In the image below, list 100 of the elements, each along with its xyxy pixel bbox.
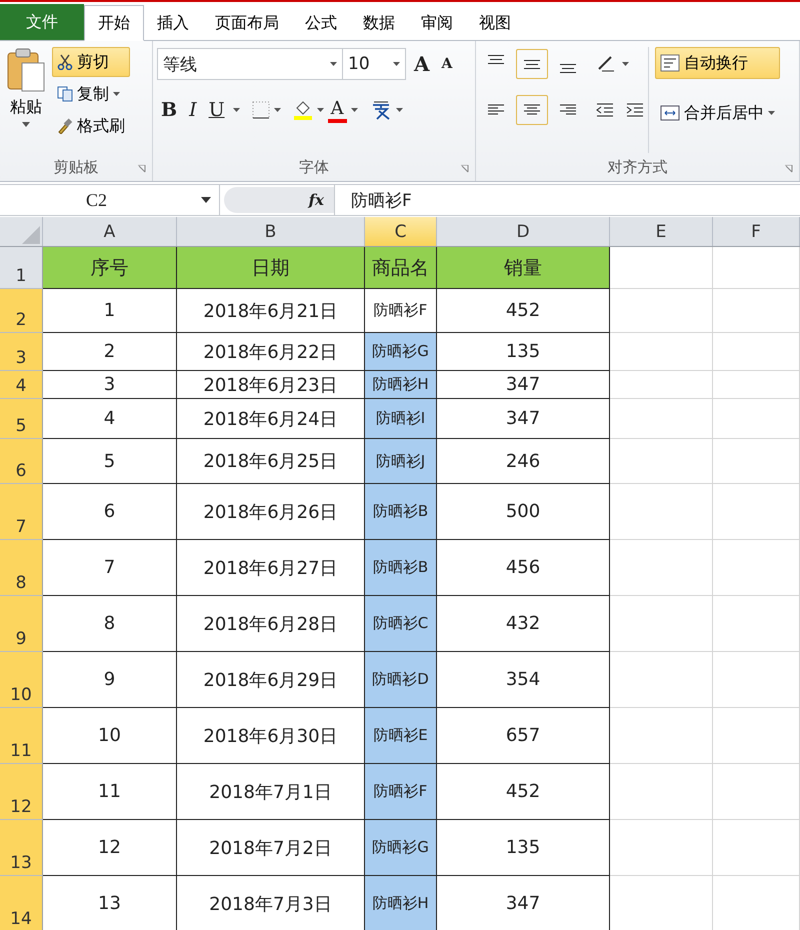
sales-cell: 500: [437, 484, 610, 540]
align-icon: [487, 55, 505, 64]
font-name-dropdown[interactable]: 等线: [157, 48, 343, 80]
paste-button[interactable]: 粘贴: [4, 47, 48, 153]
sales-cell: 135: [437, 333, 610, 371]
row-header[interactable]: 5: [0, 399, 43, 439]
increase-indent-icon: [626, 102, 644, 118]
merge-cells-icon: [660, 105, 680, 121]
row-header[interactable]: 11: [0, 708, 43, 764]
caret-icon: [330, 62, 337, 66]
index-cell: 12: [43, 820, 177, 876]
product-cell: 防晒衫E: [365, 708, 437, 764]
sales-cell: 246: [437, 439, 610, 484]
sales-cell: 432: [437, 596, 610, 652]
row-header[interactable]: 13: [0, 820, 43, 876]
product-cell: 防晒衫H: [365, 876, 437, 930]
row-header[interactable]: 3: [0, 333, 43, 371]
sales-cell: 347: [437, 371, 610, 399]
font-size-dropdown[interactable]: 10: [342, 48, 406, 80]
row-header[interactable]: 10: [0, 652, 43, 708]
font-color-button[interactable]: A: [328, 98, 347, 122]
sales-cell: 347: [437, 876, 610, 930]
product-cell: 防晒衫J: [365, 439, 437, 484]
row-header[interactable]: 4: [0, 371, 43, 399]
row-header[interactable]: 1: [0, 247, 43, 289]
index-cell: 4: [43, 399, 177, 439]
header-cell: 商品名: [365, 247, 437, 289]
name-box[interactable]: C2: [0, 185, 220, 215]
caret-icon: [393, 62, 400, 66]
product-cell: 防晒衫C: [365, 596, 437, 652]
shrink-font-button[interactable]: A: [438, 56, 456, 72]
ribbon-tab[interactable]: 开始: [84, 5, 144, 41]
dialog-launcher-icon: [138, 165, 146, 173]
column-header[interactable]: A: [43, 217, 177, 246]
row-header[interactable]: 2: [0, 289, 43, 333]
wrap-text-button[interactable]: 自动换行: [655, 47, 780, 79]
caret-icon: [274, 108, 281, 112]
column-header[interactable]: C: [365, 217, 437, 246]
header-cell: 序号: [43, 247, 177, 289]
product-cell: 防晒衫G: [365, 820, 437, 876]
caret-icon: [232, 108, 240, 112]
sales-cell: 135: [437, 820, 610, 876]
cut-button[interactable]: 剪切: [52, 47, 130, 77]
ribbon-tab[interactable]: 审阅: [408, 6, 466, 40]
product-cell: 防晒衫B: [365, 484, 437, 540]
group-label: 对齐方式: [608, 158, 668, 176]
fill-color-icon: [292, 100, 313, 120]
format-painter-button[interactable]: 格式刷: [52, 111, 130, 141]
column-header[interactable]: F: [713, 217, 800, 246]
sales-cell: 452: [437, 764, 610, 820]
merge-center-button[interactable]: 合并后居中: [655, 97, 780, 129]
ribbon-tab[interactable]: 插入: [144, 6, 202, 40]
row-header[interactable]: 8: [0, 540, 43, 596]
sales-cell: 354: [437, 652, 610, 708]
triangle-icon: [20, 224, 40, 244]
group-label: 字体: [299, 158, 329, 176]
vertical-align-button[interactable]: [516, 49, 548, 79]
brush-icon: [57, 118, 73, 134]
align-icon: [523, 60, 541, 68]
row-header[interactable]: 12: [0, 764, 43, 820]
bold-button[interactable]: B: [157, 99, 182, 121]
ribbon-tab[interactable]: 页面布局: [202, 6, 292, 40]
italic-button[interactable]: I: [185, 99, 201, 121]
index-cell: 10: [43, 708, 177, 764]
index-cell: 5: [43, 439, 177, 484]
index-cell: 13: [43, 876, 177, 930]
copy-button[interactable]: 复制: [52, 79, 130, 109]
index-cell: 3: [43, 371, 177, 399]
product-cell: 防晒衫I: [365, 399, 437, 439]
sales-cell: 657: [437, 708, 610, 764]
product-cell: 防晒衫D: [365, 652, 437, 708]
ribbon-tab[interactable]: 公式: [292, 6, 350, 40]
product-cell: 防晒衫B: [365, 540, 437, 596]
scissors-icon: [57, 54, 73, 70]
formula-input[interactable]: 防晒衫F: [334, 185, 800, 215]
row-header[interactable]: 9: [0, 596, 43, 652]
sales-cell: 347: [437, 399, 610, 439]
caret-icon: [201, 197, 211, 203]
horizontal-align-button[interactable]: [516, 95, 548, 125]
clipboard-icon: [6, 47, 46, 93]
grow-font-button[interactable]: A: [410, 52, 434, 76]
ribbon-tab[interactable]: 文件: [0, 4, 84, 40]
row-header[interactable]: 14: [0, 876, 43, 930]
row-header[interactable]: 6: [0, 439, 43, 484]
underline-button[interactable]: U: [204, 99, 229, 121]
index-cell: 7: [43, 540, 177, 596]
column-header[interactable]: E: [610, 217, 713, 246]
insert-function-button[interactable]: fx: [308, 191, 324, 209]
column-header[interactable]: D: [437, 217, 610, 246]
decrease-indent-icon: [596, 102, 614, 118]
product-cell: 防晒衫F: [365, 764, 437, 820]
ribbon-tab[interactable]: 数据: [350, 6, 408, 40]
caret-icon: [396, 108, 403, 112]
caret-icon: [22, 122, 30, 127]
align-icon: [559, 64, 577, 73]
row-header[interactable]: 7: [0, 484, 43, 540]
product-cell: 防晒衫H: [365, 371, 437, 399]
header-cell: 日期: [177, 247, 365, 289]
ribbon-tab[interactable]: 视图: [466, 6, 524, 40]
dialog-launcher-icon: [461, 165, 469, 173]
